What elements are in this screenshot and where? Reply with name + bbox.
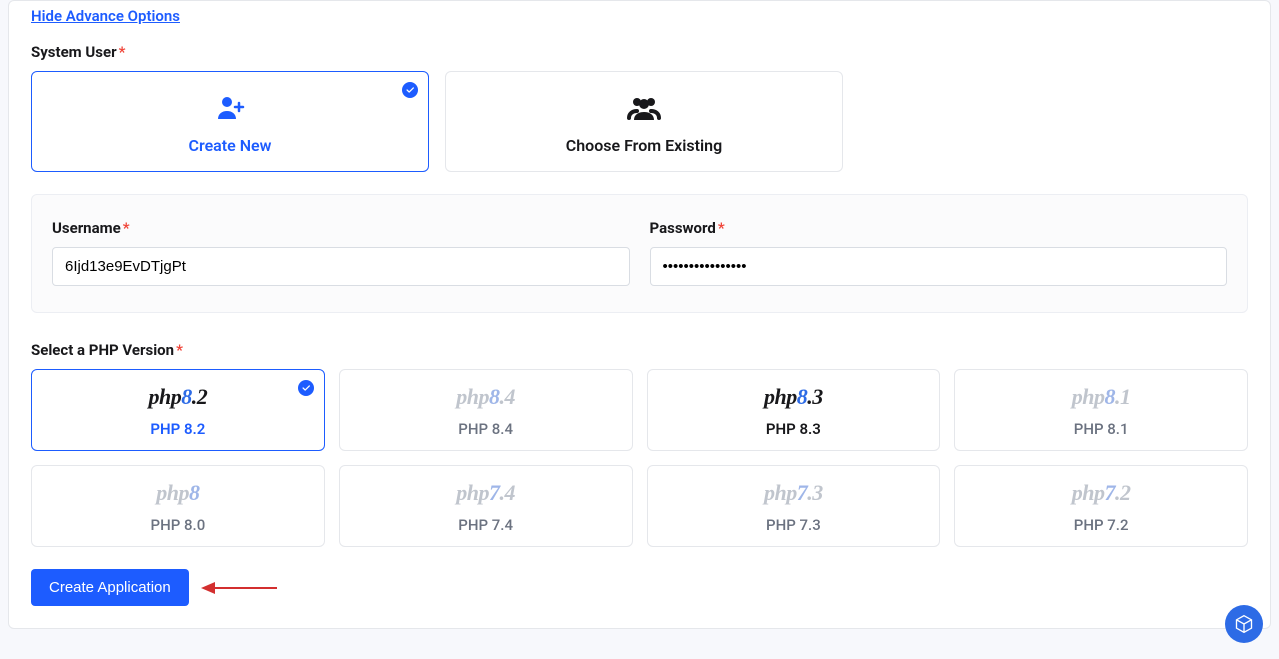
php-version-caption: PHP 8.3	[660, 420, 928, 438]
main-panel: Hide Advance Options System User* Create…	[8, 0, 1271, 629]
action-row: Create Application	[31, 569, 1248, 606]
php-version-label: Select a PHP Version*	[31, 341, 1248, 359]
hide-advance-options-link[interactable]: Hide Advance Options	[31, 7, 180, 25]
php-logo: php7.2	[1072, 480, 1131, 506]
php-version-caption: PHP 8.2	[44, 420, 312, 438]
users-group-icon	[458, 94, 830, 122]
required-asterisk: *	[176, 341, 183, 359]
php-logo: php8.3	[764, 384, 823, 410]
php-version-card[interactable]: php8 PHP 8.0	[31, 465, 325, 547]
php-version-card[interactable]: php7.4 PHP 7.4	[339, 465, 633, 547]
php-version-caption: PHP 7.4	[352, 516, 620, 534]
php-logo: php8.4	[456, 384, 515, 410]
php-version-caption: PHP 8.4	[352, 420, 620, 438]
password-label: Password*	[650, 219, 1228, 237]
create-application-button[interactable]: Create Application	[31, 569, 189, 606]
system-user-label: System User*	[31, 43, 1248, 61]
php-version-caption: PHP 7.2	[967, 516, 1235, 534]
php-logo: php7.4	[456, 480, 515, 506]
php-version-caption: PHP 8.1	[967, 420, 1235, 438]
php-logo: php8	[156, 480, 199, 506]
php-version-card[interactable]: php7.2 PHP 7.2	[954, 465, 1248, 547]
option-create-new[interactable]: Create New	[31, 71, 429, 172]
password-field: Password*	[650, 219, 1228, 286]
option-label: Choose From Existing	[458, 136, 830, 155]
username-label: Username*	[52, 219, 630, 237]
php-version-card[interactable]: php7.3 PHP 7.3	[647, 465, 941, 547]
php-logo: php7.3	[764, 480, 823, 506]
required-asterisk: *	[123, 219, 130, 237]
password-input[interactable]	[650, 247, 1228, 286]
option-choose-existing[interactable]: Choose From Existing	[445, 71, 843, 172]
required-asterisk: *	[119, 43, 126, 61]
php-version-caption: PHP 7.3	[660, 516, 928, 534]
php-version-caption: PHP 8.0	[44, 516, 312, 534]
credentials-box: Username* Password*	[31, 194, 1248, 313]
php-version-card[interactable]: php8.3 PHP 8.3	[647, 369, 941, 451]
required-asterisk: *	[718, 219, 725, 237]
php-logo: php8.2	[149, 384, 208, 410]
check-icon	[298, 380, 314, 396]
option-label: Create New	[44, 136, 416, 155]
username-input[interactable]	[52, 247, 630, 286]
php-version-card[interactable]: php8.2 PHP 8.2	[31, 369, 325, 451]
php-version-grid: php8.2PHP 8.2php8.4PHP 8.4php8.3PHP 8.3p…	[31, 369, 1248, 547]
user-plus-icon	[44, 94, 416, 122]
php-version-card[interactable]: php8.4 PHP 8.4	[339, 369, 633, 451]
system-user-options: Create New Choose From Existing	[31, 71, 1248, 172]
floating-cube-button[interactable]	[1225, 605, 1263, 643]
check-icon	[402, 82, 418, 98]
php-version-card[interactable]: php8.1 PHP 8.1	[954, 369, 1248, 451]
username-field: Username*	[52, 219, 630, 286]
php-logo: php8.1	[1072, 384, 1131, 410]
annotation-arrow-icon	[199, 578, 279, 598]
